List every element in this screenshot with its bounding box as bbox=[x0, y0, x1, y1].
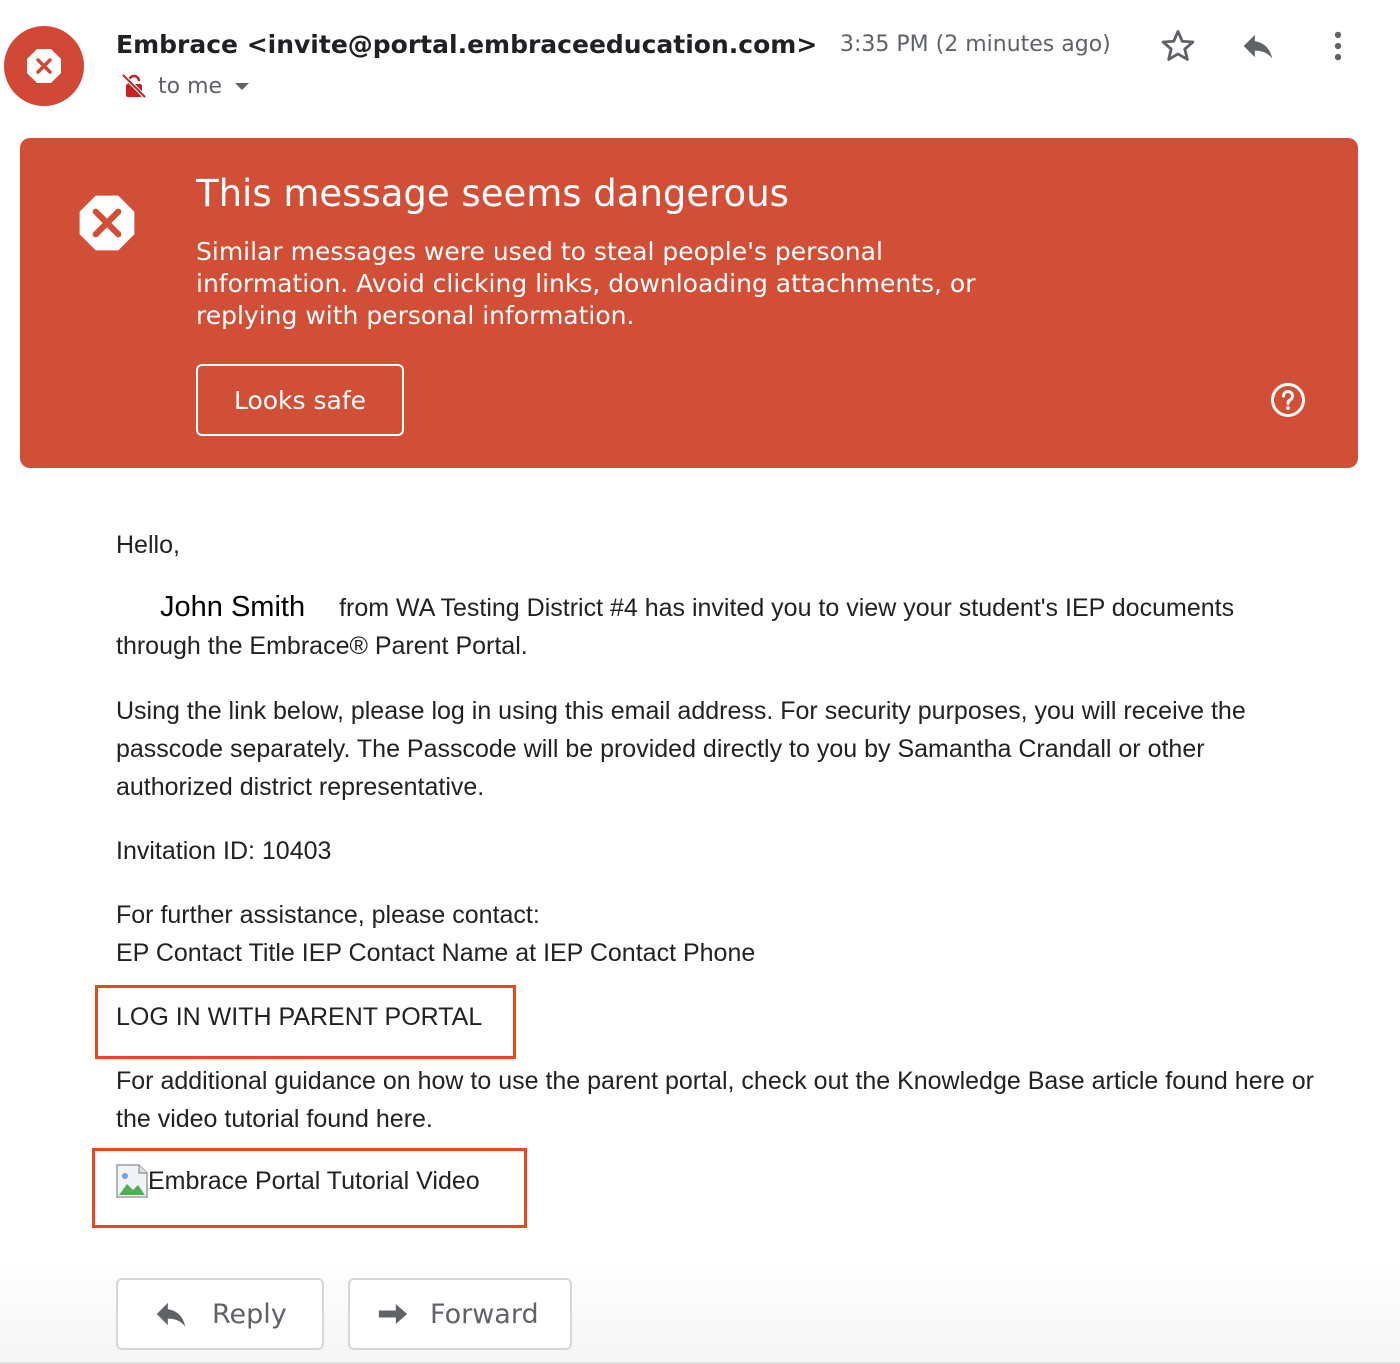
help-icon[interactable] bbox=[1270, 382, 1306, 418]
invite-paragraph: John Smith from WA Testing District #4 ha… bbox=[116, 588, 1296, 665]
reply-icon bbox=[156, 1302, 186, 1327]
recipient-label: to me bbox=[158, 73, 223, 99]
reply-label: Reply bbox=[212, 1298, 287, 1330]
tutorial-video-alt-text: Embrace Portal Tutorial Video bbox=[148, 1166, 480, 1195]
sender-address[interactable]: Embrace <invite@portal.embraceeducation.… bbox=[116, 30, 817, 59]
parent-portal-login-link[interactable]: LOG IN WITH PARENT PORTAL bbox=[116, 998, 482, 1036]
guidance-paragraph: For additional guidance on how to use th… bbox=[116, 1067, 1314, 1133]
danger-warning-banner: This message seems dangerous Similar mes… bbox=[20, 138, 1358, 468]
more-options-button[interactable] bbox=[1318, 26, 1358, 66]
invitation-id: Invitation ID: 10403 bbox=[116, 837, 332, 865]
no-encryption-icon bbox=[121, 73, 147, 99]
inviter-name: John Smith bbox=[160, 591, 306, 623]
forward-label: Forward bbox=[430, 1298, 539, 1330]
forward-button[interactable]: Forward bbox=[348, 1278, 572, 1350]
tutorial-video-link[interactable]: Embrace Portal Tutorial Video bbox=[116, 1164, 480, 1198]
looks-safe-button[interactable]: Looks safe bbox=[196, 364, 404, 436]
assistance-contact: EP Contact Title IEP Contact Name at IEP… bbox=[116, 939, 756, 967]
reply-header-button[interactable] bbox=[1238, 26, 1278, 66]
star-button[interactable] bbox=[1158, 26, 1198, 66]
warning-description: Similar messages were used to steal peop… bbox=[196, 237, 976, 330]
reply-icon bbox=[1243, 34, 1273, 59]
instructions-paragraph: Using the link below, please log in usin… bbox=[116, 697, 1246, 801]
chevron-down-icon[interactable] bbox=[232, 76, 252, 96]
warning-title: This message seems dangerous bbox=[196, 172, 789, 215]
recipient-row[interactable]: to me bbox=[120, 72, 252, 100]
forward-icon bbox=[378, 1304, 408, 1324]
danger-icon bbox=[79, 195, 135, 251]
reply-button[interactable]: Reply bbox=[116, 1278, 324, 1350]
assistance-heading: For further assistance, please contact: bbox=[116, 901, 540, 929]
sender-avatar[interactable] bbox=[4, 26, 84, 106]
greeting: Hello, bbox=[116, 531, 180, 559]
timestamp: 3:35 PM (2 minutes ago) bbox=[840, 32, 1111, 57]
danger-icon bbox=[27, 49, 61, 83]
star-icon bbox=[1161, 30, 1195, 61]
more-vert-icon bbox=[1334, 31, 1342, 61]
broken-image-icon bbox=[116, 1164, 148, 1198]
